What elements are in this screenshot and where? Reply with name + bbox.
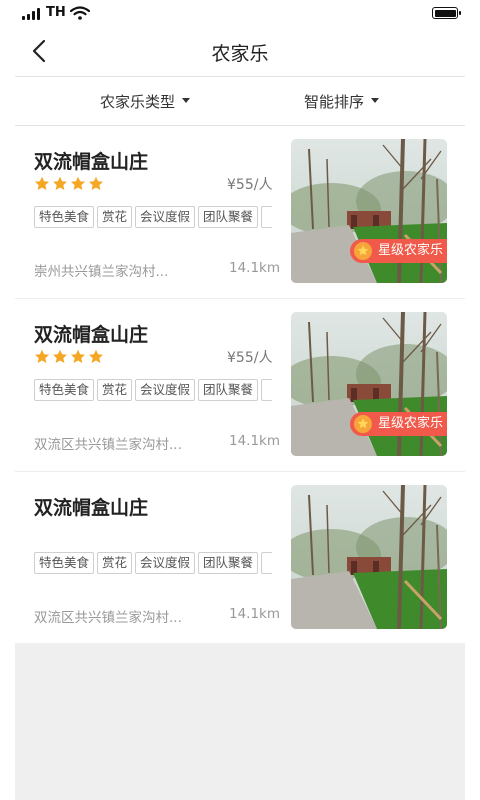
listing-thumbnail[interactable]: 星级农家乐 — [291, 312, 447, 456]
listing-tag-overflow — [261, 206, 272, 228]
listing-address: 双流区共兴镇兰家沟村... — [34, 437, 182, 453]
listing-name: 双流帽盒山庄 — [34, 151, 149, 173]
star-rated-badge: 星级农家乐 — [349, 239, 447, 263]
listing-price: ¥55/人 — [227, 177, 273, 193]
listing-list: 双流帽盒山庄 ¥55/人 特色美食 赏花 会议度假 团队聚餐 崇州共兴镇兰家沟村... 14… — [15, 126, 465, 644]
carrier-label: TH — [46, 5, 66, 20]
wifi-icon — [70, 6, 90, 20]
listing-tag: 特色美食 — [34, 552, 95, 574]
listing-tag: 会议度假 — [135, 379, 196, 401]
listing-thumbnail[interactable]: 星级农家乐 — [291, 139, 447, 283]
listing-name: 双流帽盒山庄 — [34, 497, 149, 519]
filter-sort-label: 智能排序 — [304, 93, 365, 111]
star-icon — [353, 242, 372, 260]
star-icon — [71, 349, 85, 363]
listing-tag: 特色美食 — [34, 379, 95, 401]
listing-price: ¥55/人 — [227, 350, 273, 366]
star-icon — [89, 176, 103, 190]
listing-distance: 14.1km — [229, 606, 281, 622]
filter-bar: 农家乐类型 智能排序 — [15, 77, 465, 125]
listing-tags: 特色美食 赏花 会议度假 团队聚餐 — [34, 552, 272, 574]
listing-tag: 团队聚餐 — [198, 552, 259, 574]
listing-name: 双流帽盒山庄 — [34, 324, 149, 346]
status-bar: TH — [0, 0, 480, 26]
battery-icon — [432, 7, 461, 19]
listing-tag-overflow — [261, 379, 272, 401]
listing-card[interactable]: 双流帽盒山庄 ¥55/人特色美食 赏花 会议度假 团队聚餐 崇州共兴镇兰家沟村... 14… — [15, 126, 465, 299]
signal-icon — [22, 8, 42, 20]
star-icon — [89, 349, 103, 363]
listing-tag: 赏花 — [97, 206, 133, 228]
listing-tag: 会议度假 — [135, 206, 196, 228]
listing-tags: 特色美食 赏花 会议度假 团队聚餐 — [34, 379, 272, 401]
listing-card[interactable]: 双流帽盒山庄 特色美食 赏花 会议度假 团队聚餐 双流区共兴镇兰家沟村... 14.1km — [15, 472, 465, 644]
star-icon — [353, 415, 372, 433]
star-icon — [71, 176, 85, 190]
listing-photo — [291, 485, 447, 629]
listing-thumbnail[interactable] — [291, 485, 447, 629]
rating-stars — [34, 349, 106, 365]
listing-card[interactable]: 双流帽盒山庄 ¥55/人特色美食 赏花 会议度假 团队聚餐 双流区共兴镇兰家沟村... 1… — [15, 299, 465, 472]
filter-sort-dropdown[interactable]: 智能排序 — [304, 91, 380, 112]
rating-stars — [34, 176, 106, 192]
listing-tag: 特色美食 — [34, 206, 95, 228]
badge-label: 星级农家乐 — [377, 243, 443, 258]
listing-tag: 赏花 — [97, 552, 133, 574]
star-icon — [35, 176, 49, 190]
listing-distance: 14.1km — [229, 260, 281, 276]
filter-type-label: 农家乐类型 — [100, 93, 176, 111]
star-icon — [35, 349, 49, 363]
star-rated-badge: 星级农家乐 — [349, 412, 447, 436]
listing-tag: 团队聚餐 — [198, 379, 259, 401]
empty-area — [15, 643, 465, 800]
listing-address: 双流区共兴镇兰家沟村... — [34, 610, 182, 626]
filter-type-dropdown[interactable]: 农家乐类型 — [100, 91, 191, 112]
listing-address: 崇州共兴镇兰家沟村... — [34, 264, 169, 280]
caret-down-icon — [371, 98, 380, 103]
caret-down-icon — [182, 98, 191, 103]
nav-bar: 农家乐 — [0, 26, 480, 76]
listing-tag: 会议度假 — [135, 552, 196, 574]
listing-tags: 特色美食 赏花 会议度假 团队聚餐 — [34, 206, 272, 228]
star-icon — [53, 349, 67, 363]
listing-distance: 14.1km — [229, 433, 281, 449]
star-icon — [53, 176, 67, 190]
listing-tag: 团队聚餐 — [198, 206, 259, 228]
listing-tag-overflow — [261, 552, 272, 574]
listing-tag: 赏花 — [97, 379, 133, 401]
page-title: 农家乐 — [211, 43, 269, 65]
badge-label: 星级农家乐 — [377, 416, 443, 431]
